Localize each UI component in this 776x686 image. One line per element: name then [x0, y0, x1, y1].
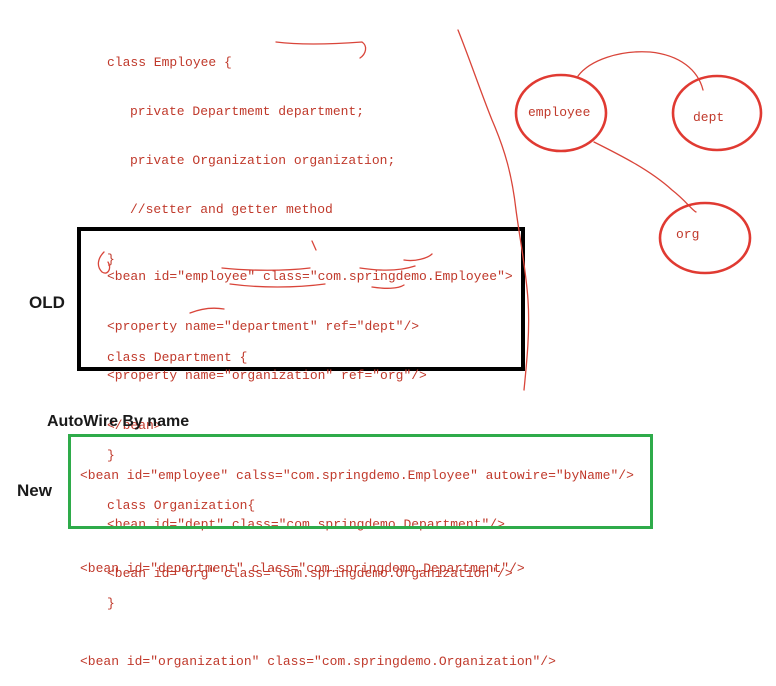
ink-mark [221, 267, 311, 271]
ink-connector [577, 51, 704, 91]
ink-connector [593, 141, 697, 213]
ink-annotations [97, 29, 763, 391]
ink-mark [97, 251, 111, 274]
ink-divider-line [457, 29, 530, 391]
ink-mark [359, 265, 416, 271]
employee-node-label: employee [528, 105, 591, 120]
ink-mark [311, 240, 317, 251]
ink-mark [371, 284, 405, 289]
org-node-label: org [676, 227, 700, 242]
ink-mark [229, 283, 326, 288]
ink-underline [275, 41, 367, 59]
dept-node-label: dept [693, 110, 725, 125]
ink-mark [189, 307, 225, 314]
new-config-line: <bean id="organization" class="com.sprin… [80, 654, 556, 669]
ink-mark [403, 253, 433, 262]
new-config-line: <bean id="department" class="com.springd… [80, 561, 525, 576]
org-node-circle [658, 201, 752, 275]
